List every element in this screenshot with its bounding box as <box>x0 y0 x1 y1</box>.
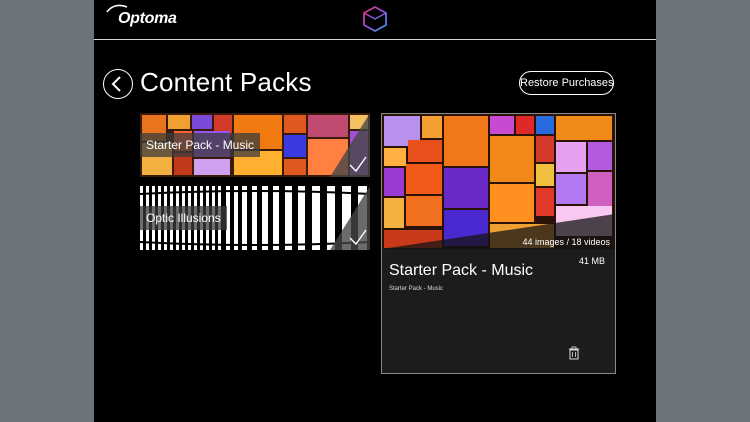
brand-logo: Optoma <box>118 10 177 27</box>
back-button[interactable] <box>103 69 133 99</box>
cube-logo-icon[interactable] <box>362 5 388 33</box>
restore-purchases-button[interactable]: Restore Purchases <box>519 71 614 95</box>
pack-label: Starter Pack - Music <box>140 133 261 157</box>
app-window: Optoma Content Packs Restore Purchases S… <box>94 0 656 422</box>
pack-tile-optic-illusions[interactable]: Optic Illusions <box>140 186 370 250</box>
pack-title: Starter Pack - Music <box>389 262 534 279</box>
media-count: 44 images / 18 videos <box>522 237 610 247</box>
trash-icon[interactable] <box>568 346 580 360</box>
installed-check-icon <box>330 113 370 177</box>
installed-check-icon <box>330 186 370 250</box>
chevron-left-icon <box>111 76 121 92</box>
top-bar: Optoma <box>94 0 656 40</box>
pack-tile-starter-music[interactable]: Starter Pack - Music <box>140 113 370 177</box>
page-title: Content Packs <box>140 67 312 97</box>
pack-hero-image <box>382 114 615 249</box>
pack-label: Optic Illusions <box>140 206 227 230</box>
pack-subtitle: Starter Pack - Music <box>389 286 444 292</box>
pack-size: 41 MB <box>578 256 605 266</box>
pack-detail-panel: 44 images / 18 videos 41 MB Starter Pack… <box>381 113 616 374</box>
